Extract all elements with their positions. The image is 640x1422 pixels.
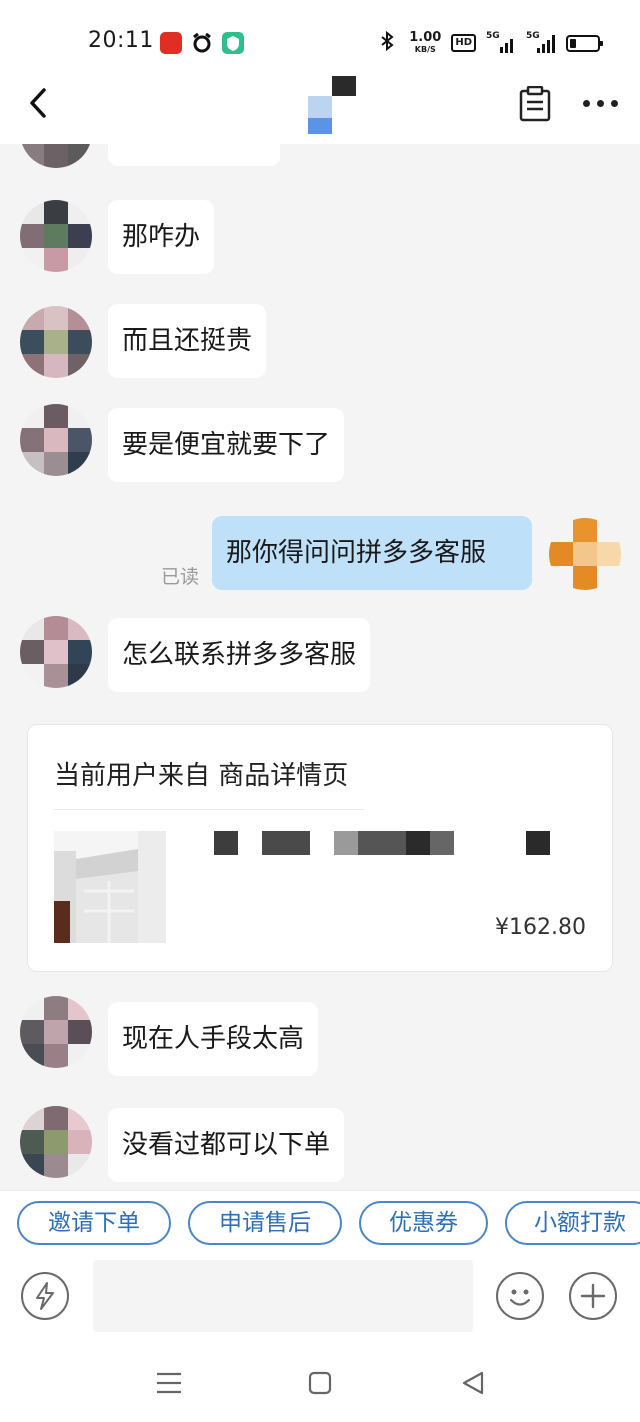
signal-icon-2: 5G bbox=[526, 31, 556, 53]
notebook-icon[interactable] bbox=[518, 85, 552, 122]
signal-icon: 5G bbox=[486, 31, 516, 53]
after-sales-chip[interactable]: 申请售后 bbox=[188, 1201, 342, 1245]
coupon-chip[interactable]: 优惠券 bbox=[359, 1201, 488, 1245]
product-name-obscured bbox=[214, 831, 550, 855]
home-square-icon[interactable] bbox=[305, 1368, 335, 1398]
status-bar: 20:11 1.00 KB/S HD 5G 5G bbox=[0, 0, 640, 70]
back-triangle-icon[interactable] bbox=[458, 1368, 488, 1398]
read-receipt: 已读 bbox=[161, 566, 200, 588]
plus-icon[interactable] bbox=[569, 1272, 617, 1320]
contact-avatar bbox=[20, 616, 92, 688]
network-speed-value: 1.00 bbox=[409, 30, 442, 45]
message-bubble[interactable]: 要是便宜就要下了 bbox=[108, 408, 345, 482]
hd-label: HD bbox=[455, 37, 472, 48]
contact-avatar bbox=[20, 306, 92, 378]
sim1-label: 5G bbox=[486, 31, 500, 41]
my-avatar bbox=[549, 518, 621, 590]
product-card[interactable]: 当前用户来自 商品详情页 ¥162.80 bbox=[27, 724, 613, 972]
bluetooth-icon bbox=[377, 30, 399, 56]
more-icon[interactable] bbox=[583, 100, 619, 108]
security-app-icon bbox=[222, 32, 244, 54]
product-thumbnail[interactable] bbox=[54, 831, 166, 943]
message-bubble[interactable]: 那咋办 bbox=[108, 200, 215, 274]
alarm-icon bbox=[191, 32, 213, 54]
contact-avatar[interactable] bbox=[306, 76, 356, 134]
status-time: 20:11 bbox=[88, 28, 154, 53]
status-indicators: 1.00 KB/S HD 5G 5G bbox=[377, 30, 603, 56]
battery-icon bbox=[566, 34, 603, 52]
system-nav-bar bbox=[0, 1346, 640, 1422]
contact-avatar bbox=[20, 144, 92, 168]
lightning-icon[interactable] bbox=[21, 1272, 69, 1320]
contact-avatar bbox=[20, 200, 92, 272]
message-bubble[interactable]: 没看过都可以下单 bbox=[108, 1108, 345, 1182]
message-bubble[interactable]: 怎么联系拼多多客服 bbox=[108, 618, 371, 692]
invite-order-chip[interactable]: 邀请下单 bbox=[17, 1201, 171, 1245]
chat-header bbox=[0, 70, 640, 144]
contact-avatar bbox=[20, 1106, 92, 1178]
message-bubble-mine[interactable]: 那你得问问拼多多客服 bbox=[212, 516, 532, 590]
sim2-label: 5G bbox=[526, 31, 540, 41]
hd-icon: HD bbox=[451, 34, 476, 52]
message-bubble[interactable]: 而且还挺贵 bbox=[108, 304, 267, 378]
small-payment-chip[interactable]: 小额打款 bbox=[505, 1201, 640, 1245]
pinduoduo-app-icon bbox=[160, 32, 182, 54]
message-bubble-partial[interactable] bbox=[108, 144, 280, 166]
contact-avatar bbox=[20, 404, 92, 476]
product-card-title: 当前用户来自 商品详情页 bbox=[54, 761, 349, 791]
network-speed-unit: KB/S bbox=[414, 45, 436, 54]
quick-actions-bar: 邀请下单 申请售后 优惠券 小额打款 bbox=[0, 1190, 640, 1256]
network-speed: 1.00 KB/S bbox=[409, 31, 441, 55]
product-price: ¥162.80 bbox=[495, 915, 586, 940]
chat-message-list[interactable]: 那咋办 而且还挺贵 要是便宜就要下了 已读 那你得问问拼多多客服 怎么联系拼多多… bbox=[0, 144, 640, 1190]
divider bbox=[54, 809, 364, 810]
contact-avatar bbox=[20, 996, 92, 1068]
back-icon[interactable] bbox=[24, 84, 58, 124]
menu-icon[interactable] bbox=[154, 1368, 184, 1398]
emoji-icon[interactable] bbox=[496, 1272, 544, 1320]
message-bubble[interactable]: 现在人手段太高 bbox=[108, 1002, 319, 1076]
message-input[interactable] bbox=[93, 1260, 473, 1332]
input-bar bbox=[0, 1256, 640, 1346]
